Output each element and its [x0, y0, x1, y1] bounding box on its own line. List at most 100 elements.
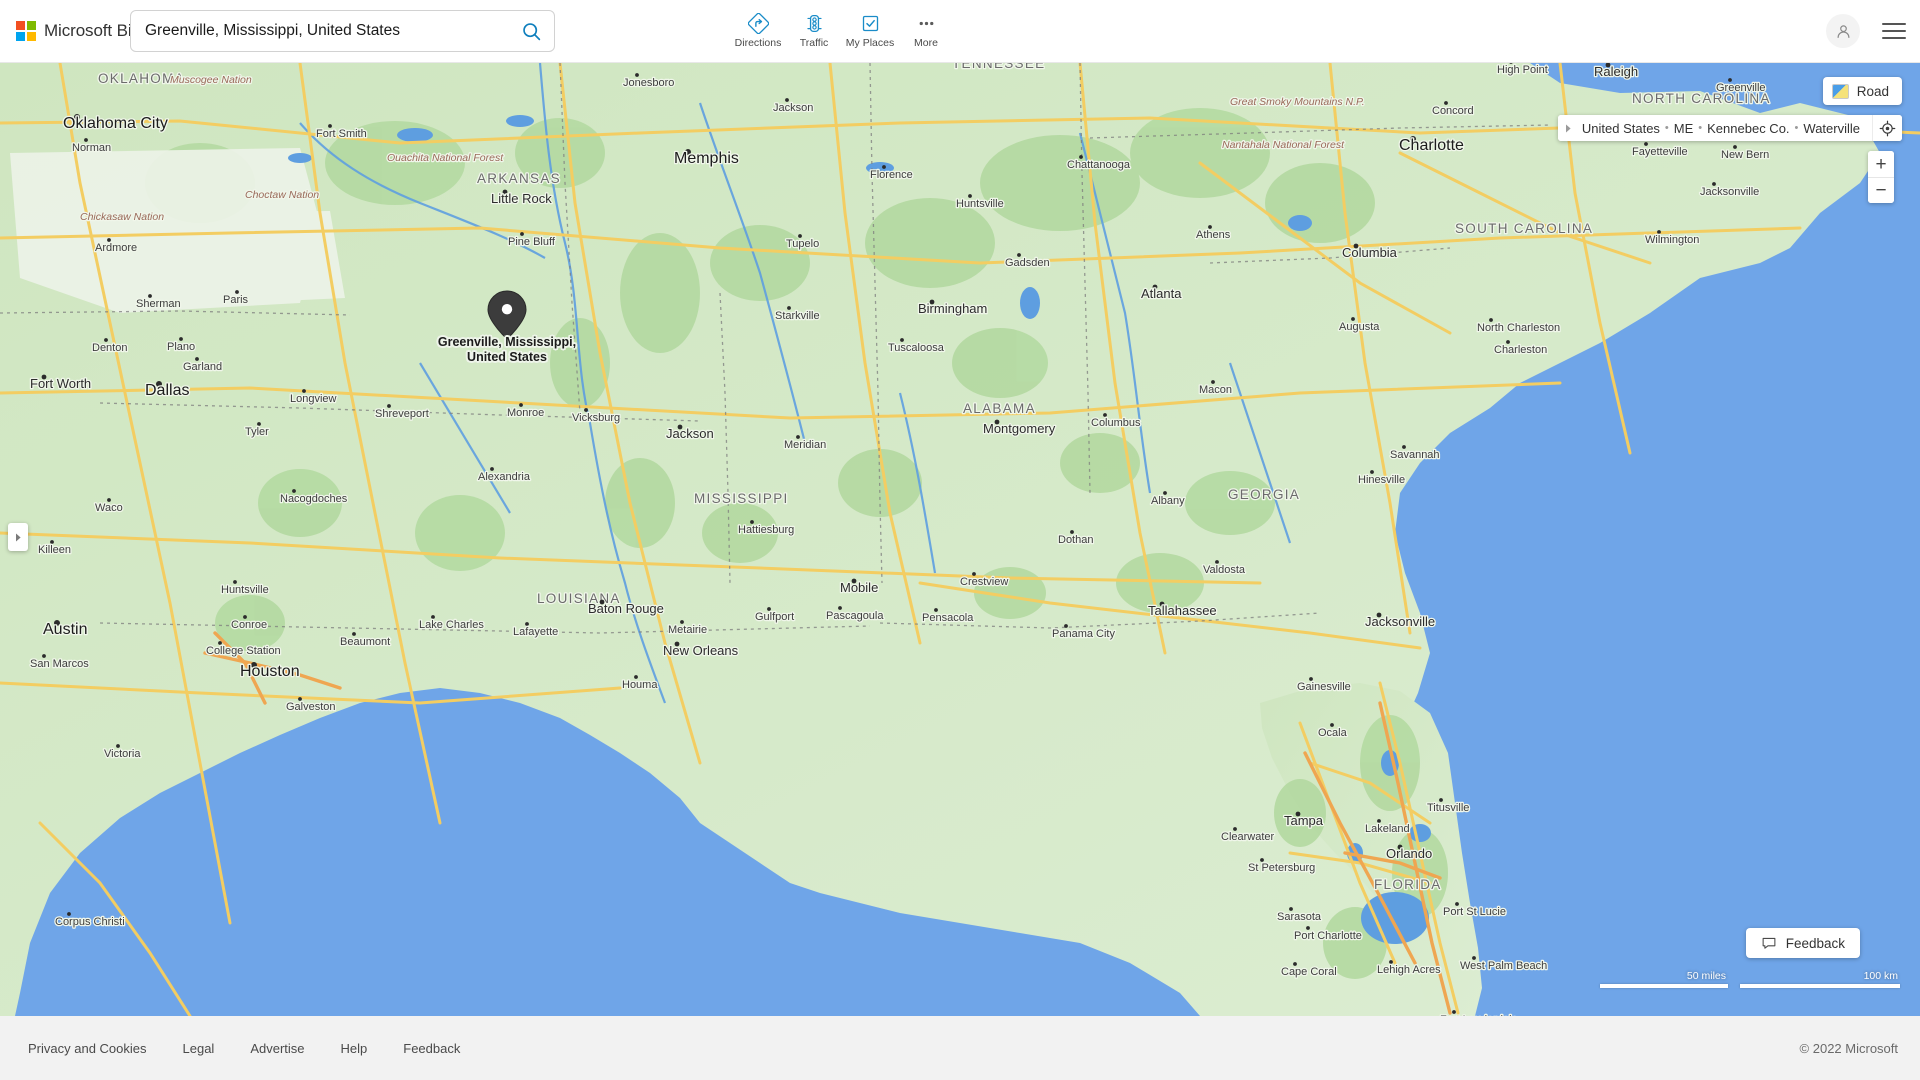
map-label-city: Houston	[240, 663, 300, 680]
footer-link[interactable]: Feedback	[385, 1041, 478, 1056]
footer-link[interactable]: Advertise	[232, 1041, 322, 1056]
locate-target-icon	[1879, 120, 1896, 136]
map-canvas[interactable]: OKLAHOMA ARKANSAS TENNESSEE MISSISSIPPI LOUI…	[0, 63, 1920, 1016]
toolbar-item-my-places[interactable]: My Places	[842, 6, 898, 49]
map-pin-marker-icon	[487, 290, 527, 340]
breadcrumb-part[interactable]: United States	[1582, 121, 1660, 136]
map-label-city: Tuscaloosa	[888, 342, 945, 354]
map-style-button[interactable]: Road	[1822, 77, 1902, 105]
map-label-city: Baton Rouge	[588, 601, 664, 616]
map-label-area: Nantahala National Forest	[1222, 139, 1345, 151]
map-label-city: Ocala	[1318, 727, 1348, 739]
toolbar-label-traffic: Traffic	[799, 37, 829, 49]
map-label-city: Garland	[183, 361, 222, 373]
toolbar-item-traffic[interactable]: Traffic	[786, 6, 842, 49]
map-label-city: New Orleans	[663, 643, 739, 658]
map-label-city: West Palm Beach	[1460, 960, 1547, 972]
map-label-city: Greenville	[1716, 82, 1766, 94]
breadcrumb-part[interactable]: ME	[1674, 121, 1694, 136]
locate-me-button[interactable]	[1872, 115, 1902, 141]
map-label-city: Jacksonville	[1365, 614, 1435, 629]
map-label-city: Shreveport	[375, 408, 429, 420]
search-box[interactable]	[130, 10, 555, 52]
map-label-city: Montgomery	[983, 421, 1056, 436]
hamburger-menu-button[interactable]	[1882, 23, 1906, 39]
side-panel-expander[interactable]	[8, 523, 28, 551]
toolbar-item-more[interactable]: More	[898, 6, 954, 49]
breadcrumb-path[interactable]: United States • ME • Kennebec Co. • Waterville	[1579, 115, 1872, 141]
map-label-city: Hattiesburg	[738, 524, 794, 536]
map-label-city: Sarasota	[1277, 911, 1322, 923]
map-label-city: Corpus Christi	[55, 916, 125, 928]
map-label-city: Columbus	[1091, 417, 1141, 429]
pin-label: Greenville, Mississippi, United States	[377, 335, 637, 365]
scale-km: 100 km	[1740, 970, 1900, 988]
map-label-city: Gadsden	[1005, 257, 1050, 269]
map-label-city: Beaumont	[340, 636, 390, 648]
map-label-city: Lakeland	[1365, 823, 1410, 835]
map-label-city: Mobile	[840, 580, 878, 595]
map-label-city: Charleston	[1494, 344, 1547, 356]
search-input[interactable]	[131, 22, 508, 40]
checkbox-square-icon	[860, 12, 881, 34]
zoom-in-button[interactable]: +	[1868, 151, 1894, 177]
breadcrumb-separator: •	[1664, 122, 1669, 134]
map-label-city: Plano	[167, 341, 195, 353]
map-label-city: Tallahassee	[1148, 603, 1217, 618]
map-label-city: Clearwater	[1221, 831, 1275, 843]
breadcrumb-part[interactable]: Waterville	[1803, 121, 1860, 136]
map-label-city: Huntsville	[956, 198, 1004, 210]
map-label-city: Raleigh	[1594, 64, 1638, 79]
map-feedback-label: Feedback	[1785, 935, 1845, 951]
person-account-icon	[1837, 24, 1849, 38]
map-label-city: Florence	[870, 169, 913, 181]
speech-bubble-icon	[1762, 937, 1776, 949]
map-label-city: St Petersburg	[1248, 862, 1315, 874]
search-button[interactable]	[508, 11, 554, 51]
map-style-swatch-icon	[1831, 83, 1849, 99]
location-pin[interactable]: Greenville, Mississippi, United States	[438, 289, 576, 364]
map-label-city: Tyler	[245, 426, 269, 438]
breadcrumb-part[interactable]: Kennebec Co.	[1707, 121, 1789, 136]
map-label-city: Jonesboro	[623, 77, 674, 89]
map-label-city: Little Rock	[491, 191, 552, 206]
map-label-city: Pensacola	[922, 612, 974, 624]
search-icon	[522, 22, 540, 40]
map-label-state: GEORGIA	[1228, 487, 1300, 502]
map-label-city: Starkville	[775, 310, 820, 322]
map-label-city: Metairie	[668, 624, 707, 636]
map-feedback-button[interactable]: Feedback	[1745, 928, 1860, 958]
map-label-city: Fort Smith	[316, 128, 367, 140]
map-label-city: Jacksonville	[1700, 186, 1759, 198]
account-button[interactable]	[1826, 14, 1860, 48]
map-label-city: Killeen	[38, 544, 71, 556]
map-label-city: New Bern	[1721, 149, 1769, 161]
map-label-city: Dothan	[1058, 534, 1093, 546]
scale-km-label: 100 km	[1863, 970, 1898, 982]
toolbar-item-directions[interactable]: Directions	[730, 6, 786, 49]
map-label-city: San Marcos	[30, 658, 89, 670]
breadcrumb-expand-button[interactable]	[1557, 115, 1580, 141]
map-label-city: Dallas	[145, 382, 189, 399]
page-footer: Privacy and Cookies Legal Advertise Help Fee…	[0, 1016, 1920, 1080]
location-breadcrumb: United States • ME • Kennebec Co. • Waterville	[1557, 115, 1902, 141]
map-label-city: Sherman	[136, 298, 181, 310]
map-label-city: Lake Charles	[419, 619, 484, 631]
map-render-surface: OKLAHOMAARKANSASTENNESSEEMISSISSIPPILOUI…	[0, 63, 1920, 1016]
scale-miles-label: 50 miles	[1686, 970, 1726, 982]
traffic-light-icon	[804, 12, 825, 34]
app-header: Microsoft Bing Directio	[0, 0, 1920, 63]
map-label-state: TENNESSEE	[952, 63, 1045, 71]
map-label-city: Macon	[1199, 384, 1232, 396]
map-label-city: Nacogdoches	[280, 493, 348, 505]
map-scale-bar: 50 miles 100 km	[1600, 970, 1900, 988]
scale-km-line	[1740, 984, 1900, 988]
footer-link[interactable]: Legal	[165, 1041, 233, 1056]
footer-link[interactable]: Privacy and Cookies	[10, 1041, 165, 1056]
map-label-city: Port Charlotte	[1294, 930, 1362, 942]
chevron-right-icon	[1566, 124, 1571, 132]
zoom-out-button[interactable]: −	[1868, 177, 1894, 203]
footer-link[interactable]: Help	[323, 1041, 386, 1056]
map-label-city: Longview	[290, 393, 337, 405]
map-label-city: Victoria	[104, 748, 141, 760]
